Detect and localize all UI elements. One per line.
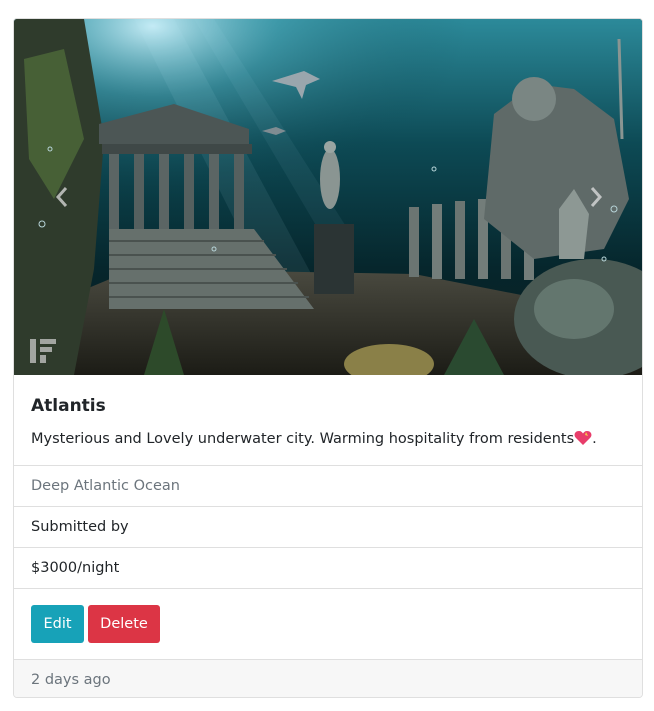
campground-card: Atlantis Mysterious and Lovely underwate… — [13, 18, 643, 698]
carousel-next-button[interactable] — [576, 177, 616, 217]
heart-icon — [574, 431, 592, 445]
card-description: Mysterious and Lovely underwater city. W… — [31, 429, 625, 449]
carousel-image — [14, 19, 642, 375]
card-footer: 2 days ago — [14, 659, 642, 697]
delete-button[interactable]: Delete — [88, 605, 160, 643]
card-actions: Edit Delete — [14, 588, 642, 659]
price-item: $3000/night — [14, 547, 642, 588]
card-title: Atlantis — [31, 396, 106, 416]
description-suffix: . — [592, 431, 597, 447]
timestamp: 2 days ago — [31, 671, 111, 688]
edit-button[interactable]: Edit — [31, 605, 84, 643]
description-text: Mysterious and Lovely underwater city. W… — [31, 431, 575, 447]
location-item: Deep Atlantic Ocean — [14, 465, 642, 506]
carousel-prev-button[interactable] — [42, 177, 82, 217]
card-body: Atlantis Mysterious and Lovely underwate… — [14, 375, 642, 465]
submitted-by-item: Submitted by — [14, 506, 642, 547]
chevron-right-icon — [590, 187, 603, 207]
chevron-left-icon — [55, 187, 68, 207]
image-carousel — [14, 19, 642, 375]
